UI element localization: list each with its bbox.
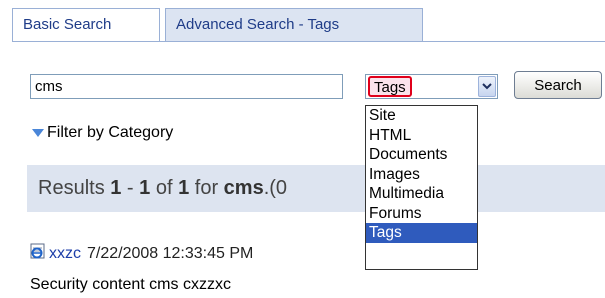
dropdown-option-images[interactable]: Images	[366, 165, 477, 185]
search-input[interactable]	[30, 74, 343, 99]
triangle-down-icon	[32, 128, 44, 138]
result-date: 7/22/2008 12:33:45 PM	[87, 244, 254, 262]
dropdown-option-documents[interactable]: Documents	[366, 145, 477, 165]
dropdown-option-forums[interactable]: Forums	[366, 204, 477, 224]
tab-advanced-search-tags[interactable]: Advanced Search - Tags	[165, 8, 423, 42]
result-item: xxzc 7/22/2008 12:33:45 PM	[30, 243, 253, 264]
tab-basic-search[interactable]: Basic Search	[12, 8, 160, 42]
dropdown-option-multimedia[interactable]: Multimedia	[366, 184, 477, 204]
filter-label: Filter by Category	[47, 124, 174, 141]
dropdown-option-site[interactable]: Site	[366, 106, 477, 126]
filter-by-category-toggle[interactable]: Filter by Category	[32, 124, 173, 142]
dropdown-option-html[interactable]: HTML	[366, 126, 477, 146]
category-select-value: Tags	[368, 76, 412, 97]
search-button[interactable]: Search	[514, 71, 602, 99]
ie-document-icon	[30, 243, 46, 264]
result-tags: Security content cms cxzzxc	[30, 276, 231, 293]
category-dropdown-list: Site HTML Documents Images Multimedia Fo…	[365, 105, 478, 270]
category-select[interactable]: Tags	[365, 74, 498, 99]
chevron-down-icon[interactable]	[478, 76, 496, 97]
result-title-link[interactable]: xxzc	[49, 245, 81, 263]
dropdown-option-tags[interactable]: Tags	[366, 223, 477, 243]
tab-divider	[12, 41, 605, 42]
results-summary-bar: Results 1 - 1 of 1 for cms.(0s)	[27, 165, 605, 212]
